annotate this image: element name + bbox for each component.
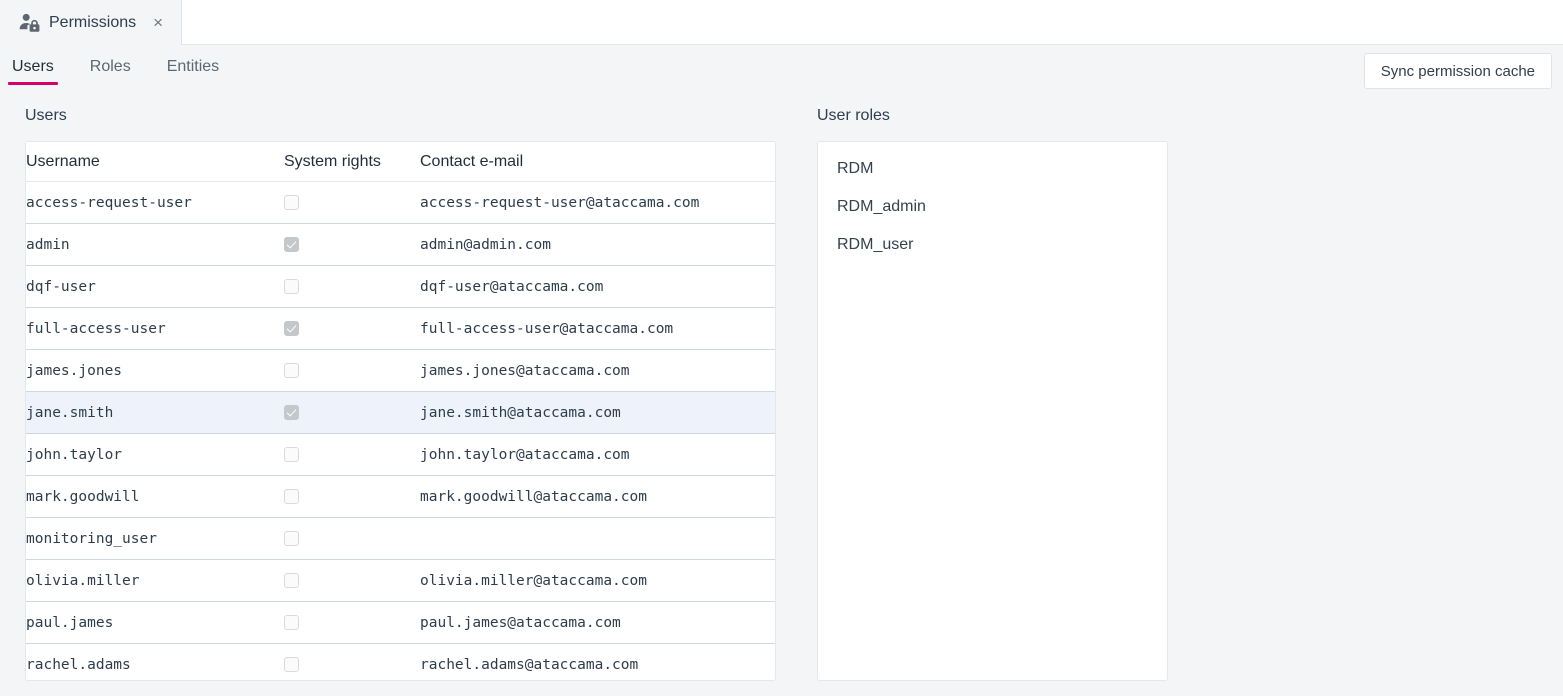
cell-contact-email: james.jones@ataccama.com <box>420 350 776 392</box>
tab-entities-label: Entities <box>167 58 219 75</box>
table-row[interactable]: full-access-user full-access-user@ataccam… <box>26 308 776 350</box>
cell-contact-email: mark.goodwill@ataccama.com <box>420 476 776 518</box>
tab-users-label: Users <box>12 58 54 75</box>
cell-system-rights <box>284 182 420 224</box>
cell-contact-email: access-request-user@ataccama.com <box>420 182 776 224</box>
checkbox-unchecked-icon[interactable] <box>284 615 299 630</box>
cell-system-rights <box>284 476 420 518</box>
user-roles-card: RDMRDM_adminRDM_user <box>817 141 1168 681</box>
table-row[interactable]: rachel.adams rachel.adams@ataccama.com <box>26 644 776 682</box>
cell-system-rights <box>284 644 420 682</box>
checkbox-unchecked-icon[interactable] <box>284 573 299 588</box>
column-header-system-rights[interactable]: System rights <box>284 142 420 182</box>
cell-username: dqf-user <box>26 266 284 308</box>
main-content: Users Username System rights Contact e-m… <box>0 97 1563 696</box>
user-roles-heading: User roles <box>817 97 1168 125</box>
users-table-header-row: Username System rights Contact e-mail <box>26 142 776 182</box>
table-row[interactable]: jane.smith jane.smith@ataccama.com <box>26 392 776 434</box>
table-row[interactable]: john.taylor john.taylor@ataccama.com <box>26 434 776 476</box>
subnav-tabs: Users Roles Entities <box>0 45 1563 85</box>
table-row[interactable]: admin admin@admin.com <box>26 224 776 266</box>
cell-username: jane.smith <box>26 392 284 434</box>
checkbox-checked-icon[interactable] <box>284 321 299 336</box>
cell-contact-email: admin@admin.com <box>420 224 776 266</box>
table-row[interactable]: olivia.miller olivia.miller@ataccama.com <box>26 560 776 602</box>
table-row[interactable]: access-request-user access-request-user@a… <box>26 182 776 224</box>
cell-username: olivia.miller <box>26 560 284 602</box>
user-roles-list: RDMRDM_adminRDM_user <box>818 150 1167 264</box>
users-table-card: Username System rights Contact e-mail ac… <box>25 141 776 681</box>
close-icon[interactable]: × <box>149 14 167 32</box>
tab-users[interactable]: Users <box>8 58 58 85</box>
cell-system-rights <box>284 350 420 392</box>
table-row[interactable]: monitoring_user <box>26 518 776 560</box>
column-header-username[interactable]: Username <box>26 142 284 182</box>
cell-username: james.jones <box>26 350 284 392</box>
checkbox-unchecked-icon[interactable] <box>284 489 299 504</box>
table-row[interactable]: dqf-user dqf-user@ataccama.com <box>26 266 776 308</box>
cell-username: john.taylor <box>26 434 284 476</box>
tab-roles-label: Roles <box>90 58 131 75</box>
checkbox-unchecked-icon[interactable] <box>284 531 299 546</box>
cell-username: paul.james <box>26 602 284 644</box>
cell-system-rights <box>284 224 420 266</box>
cell-system-rights <box>284 434 420 476</box>
tab-strip-empty-area <box>182 0 1563 44</box>
cell-contact-email: jane.smith@ataccama.com <box>420 392 776 434</box>
subnav-bar: Users Roles Entities Sync permission cac… <box>0 45 1563 97</box>
checkbox-unchecked-icon[interactable] <box>284 363 299 378</box>
cell-system-rights <box>284 266 420 308</box>
table-row[interactable]: james.jones james.jones@ataccama.com <box>26 350 776 392</box>
list-item[interactable]: RDM_user <box>818 226 1167 264</box>
user-roles-panel: User roles RDMRDM_adminRDM_user <box>817 97 1168 681</box>
cell-system-rights <box>284 518 420 560</box>
checkbox-unchecked-icon[interactable] <box>284 195 299 210</box>
cell-username: admin <box>26 224 284 266</box>
users-panel: Users Username System rights Contact e-m… <box>0 97 776 681</box>
table-row[interactable]: mark.goodwill mark.goodwill@ataccama.com <box>26 476 776 518</box>
cell-username: rachel.adams <box>26 644 284 682</box>
tab-title: Permissions <box>49 14 136 32</box>
tab-roles[interactable]: Roles <box>86 58 135 85</box>
users-table-body: access-request-user access-request-user@a… <box>26 182 776 682</box>
cell-contact-email <box>420 518 776 560</box>
cell-username: mark.goodwill <box>26 476 284 518</box>
cell-contact-email: paul.james@ataccama.com <box>420 602 776 644</box>
list-item[interactable]: RDM <box>818 150 1167 188</box>
cell-contact-email: john.taylor@ataccama.com <box>420 434 776 476</box>
cell-contact-email: olivia.miller@ataccama.com <box>420 560 776 602</box>
sync-permission-cache-button[interactable]: Sync permission cache <box>1364 53 1552 89</box>
cell-contact-email: dqf-user@ataccama.com <box>420 266 776 308</box>
cell-system-rights <box>284 560 420 602</box>
cell-contact-email: rachel.adams@ataccama.com <box>420 644 776 682</box>
cell-system-rights <box>284 308 420 350</box>
user-lock-icon <box>18 12 40 34</box>
users-table: Username System rights Contact e-mail ac… <box>26 142 776 681</box>
users-panel-heading: Users <box>25 97 776 125</box>
cell-username: full-access-user <box>26 308 284 350</box>
cell-system-rights <box>284 602 420 644</box>
checkbox-unchecked-icon[interactable] <box>284 279 299 294</box>
table-row[interactable]: paul.james paul.james@ataccama.com <box>26 602 776 644</box>
tab-permissions[interactable]: Permissions × <box>0 0 182 45</box>
users-table-head: Username System rights Contact e-mail <box>26 142 776 182</box>
list-item[interactable]: RDM_admin <box>818 188 1167 226</box>
checkbox-checked-icon[interactable] <box>284 237 299 252</box>
cell-username: access-request-user <box>26 182 284 224</box>
checkbox-checked-icon[interactable] <box>284 405 299 420</box>
tab-entities[interactable]: Entities <box>163 58 223 85</box>
column-header-contact-email[interactable]: Contact e-mail <box>420 142 776 182</box>
cell-system-rights <box>284 392 420 434</box>
cell-contact-email: full-access-user@ataccama.com <box>420 308 776 350</box>
checkbox-unchecked-icon[interactable] <box>284 447 299 462</box>
cell-username: monitoring_user <box>26 518 284 560</box>
window-tab-strip: Permissions × <box>0 0 1563 45</box>
checkbox-unchecked-icon[interactable] <box>284 657 299 672</box>
